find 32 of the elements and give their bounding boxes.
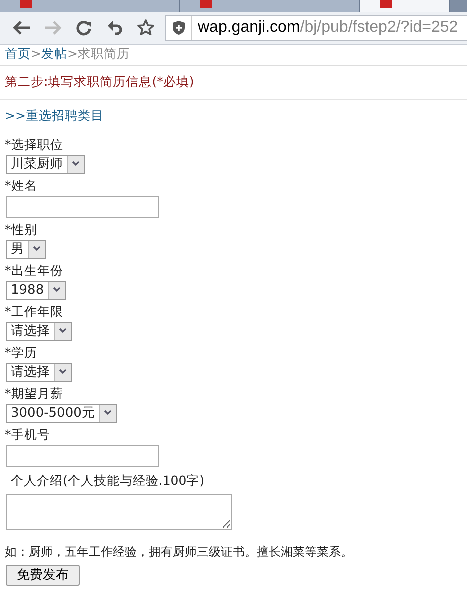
dropdown[interactable]: 3000-5000元 xyxy=(6,404,117,422)
breadcrumb-link[interactable]: 发帖 xyxy=(41,46,68,61)
step-title: 第二步:填写求职简历信息(*必填) xyxy=(0,66,467,100)
dropdown[interactable]: 男 xyxy=(6,240,46,258)
text-input[interactable] xyxy=(6,444,159,466)
field-label: *性别 xyxy=(4,220,38,238)
field-label: *工作年限 xyxy=(4,302,64,320)
field-label: *选择职位 xyxy=(4,136,64,152)
reselect-category-link[interactable]: >>重选招聘类目 xyxy=(5,106,104,126)
dropdown[interactable]: 请选择 xyxy=(6,322,72,340)
caret-icon xyxy=(53,287,62,293)
caret-icon xyxy=(72,161,80,167)
caret-icon xyxy=(33,246,41,252)
caret-icon xyxy=(59,369,67,375)
field-label: *学历 xyxy=(4,344,38,360)
breadcrumb-current: >求职简历 xyxy=(67,46,130,61)
caret-icon xyxy=(104,410,112,416)
publish-button[interactable]: 免费发布 xyxy=(6,565,80,586)
dropdown[interactable]: 请选择 xyxy=(6,362,72,382)
caret-icon xyxy=(59,328,67,334)
field-label: *姓名 xyxy=(4,176,38,194)
breadcrumb-link[interactable]: 首页 xyxy=(5,46,31,61)
text-input[interactable] xyxy=(6,196,159,218)
example-text: 如：厨师，五年工作经验，拥有厨师三级证书。擅长湘菜等菜系。 xyxy=(4,544,354,562)
dropdown[interactable]: 川菜厨师 xyxy=(6,154,85,174)
field-label: *期望月薪 xyxy=(4,384,64,402)
dropdown[interactable]: 1988 xyxy=(6,280,66,300)
field-label: *手机号 xyxy=(4,426,52,442)
breadcrumb-separator: > xyxy=(31,46,42,61)
field-label: *出生年份 xyxy=(4,262,64,278)
textarea-field[interactable] xyxy=(6,494,232,530)
field-label: 个人介绍(个人技能与经验.100字) xyxy=(10,472,206,490)
